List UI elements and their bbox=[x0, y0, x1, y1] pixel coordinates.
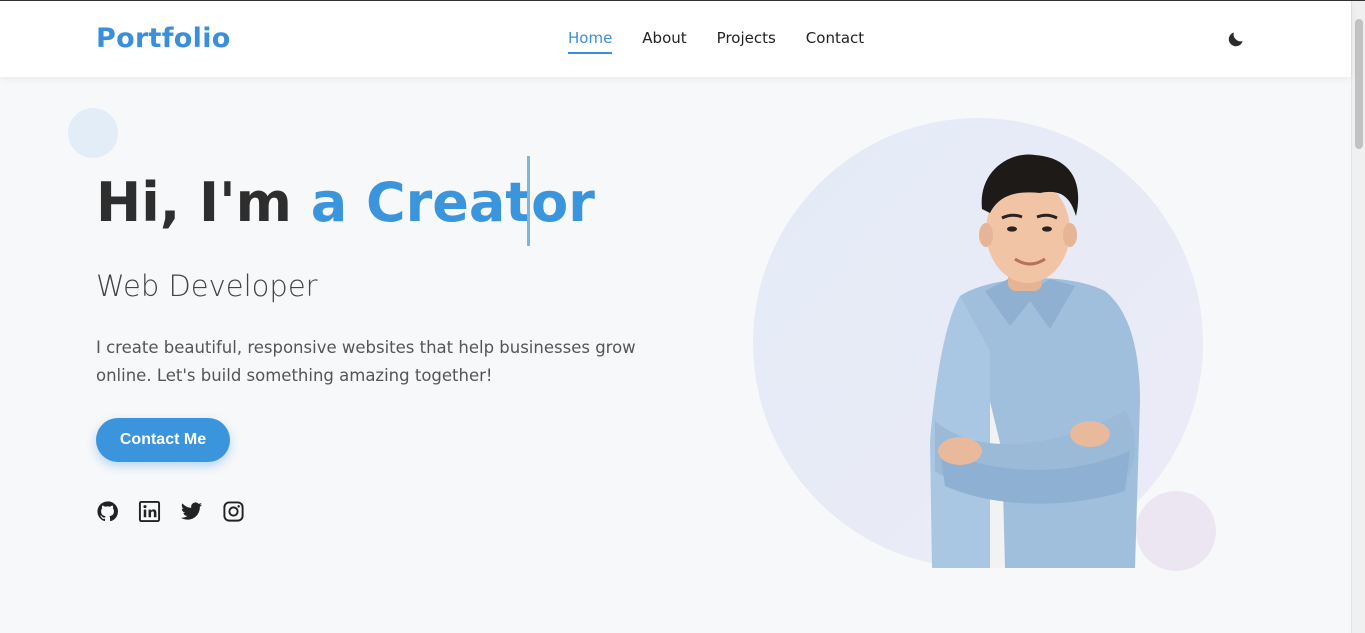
hero-title-prefix: Hi, I'm bbox=[96, 171, 292, 234]
nav-link-about[interactable]: About bbox=[642, 29, 686, 54]
social-links bbox=[96, 500, 245, 523]
nav-links: Home About Projects Contact bbox=[568, 29, 894, 54]
scrollbar-thumb[interactable] bbox=[1355, 19, 1363, 149]
scrollbar[interactable] bbox=[1351, 1, 1365, 633]
navbar: Portfolio Home About Projects Contact bbox=[0, 1, 1351, 77]
logo[interactable]: Portfolio bbox=[96, 23, 231, 54]
decorative-circle bbox=[68, 108, 118, 158]
nav-link-home[interactable]: Home bbox=[568, 29, 613, 54]
typing-cursor bbox=[527, 156, 530, 246]
hero-title: Hi, I'm a Creator bbox=[96, 171, 595, 234]
twitter-icon[interactable] bbox=[180, 500, 203, 523]
profile-photo bbox=[930, 154, 1140, 568]
hero-description: I create beautiful, responsive websites … bbox=[96, 338, 636, 385]
linkedin-icon[interactable] bbox=[138, 500, 161, 523]
nav-link-projects[interactable]: Projects bbox=[717, 29, 776, 54]
instagram-icon[interactable] bbox=[222, 500, 245, 523]
moon-icon[interactable] bbox=[1226, 29, 1246, 49]
hero-subtitle: Web Developer bbox=[96, 269, 318, 303]
github-icon[interactable] bbox=[96, 500, 119, 523]
contact-me-button[interactable]: Contact Me bbox=[96, 418, 230, 462]
hero-title-accent: a Creator bbox=[310, 171, 595, 234]
nav-link-contact[interactable]: Contact bbox=[806, 29, 864, 54]
